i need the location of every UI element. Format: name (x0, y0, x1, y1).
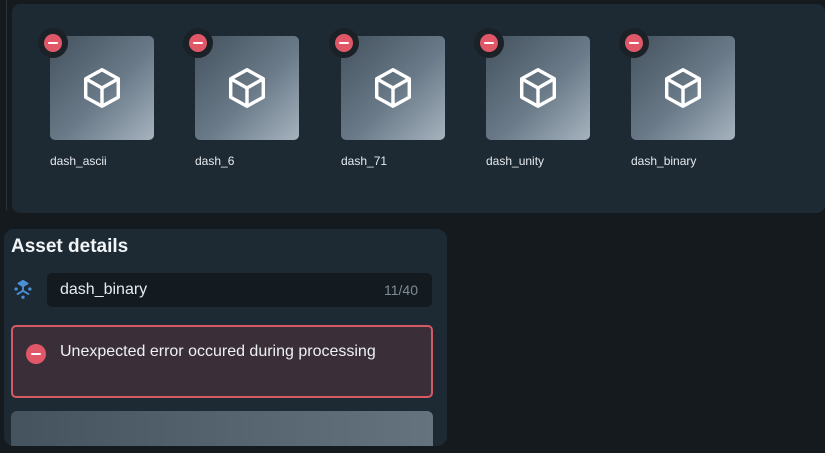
remove-asset-button[interactable] (38, 28, 68, 58)
remove-asset-button[interactable] (474, 28, 504, 58)
asset-name: dash_6 (195, 154, 235, 168)
cube-icon (664, 68, 702, 108)
remove-asset-button[interactable] (183, 28, 213, 58)
remove-asset-button[interactable] (619, 28, 649, 58)
remove-circle-icon (335, 34, 353, 52)
asset-name-value[interactable]: dash_binary (60, 281, 147, 299)
remove-circle-icon (44, 34, 62, 52)
remove-circle-icon (625, 34, 643, 52)
asset-thumbnail[interactable] (631, 36, 735, 140)
cube-icon (374, 68, 412, 108)
asset-name: dash_unity (486, 154, 545, 168)
error-circle-icon (26, 344, 46, 364)
asset-name: dash_ascii (50, 154, 107, 168)
remove-circle-icon (189, 34, 207, 52)
asset-name-field[interactable]: dash_binary 11/40 (47, 273, 432, 307)
character-count: 11/40 (384, 282, 418, 298)
cube-icon (228, 68, 266, 108)
cube-icon (519, 68, 557, 108)
asset-thumbnail[interactable] (195, 36, 299, 140)
asset-preview (11, 411, 433, 446)
divider (0, 0, 7, 210)
error-alert: Unexpected error occured during processi… (11, 325, 433, 398)
asset-grid: dash_ascii dash_6 dash_71 dash_unity das… (12, 4, 825, 213)
asset-name: dash_binary (631, 154, 697, 168)
model-icon (14, 279, 32, 299)
cube-icon (83, 68, 121, 108)
remove-asset-button[interactable] (329, 28, 359, 58)
asset-details-panel: Asset details dash_binary 11/40 Unexpect… (4, 229, 447, 446)
panel-title: Asset details (11, 236, 129, 257)
asset-thumbnail[interactable] (341, 36, 445, 140)
asset-thumbnail[interactable] (50, 36, 154, 140)
remove-circle-icon (480, 34, 498, 52)
asset-name: dash_71 (341, 154, 388, 168)
error-message: Unexpected error occured during processi… (60, 343, 376, 360)
asset-thumbnail[interactable] (486, 36, 590, 140)
